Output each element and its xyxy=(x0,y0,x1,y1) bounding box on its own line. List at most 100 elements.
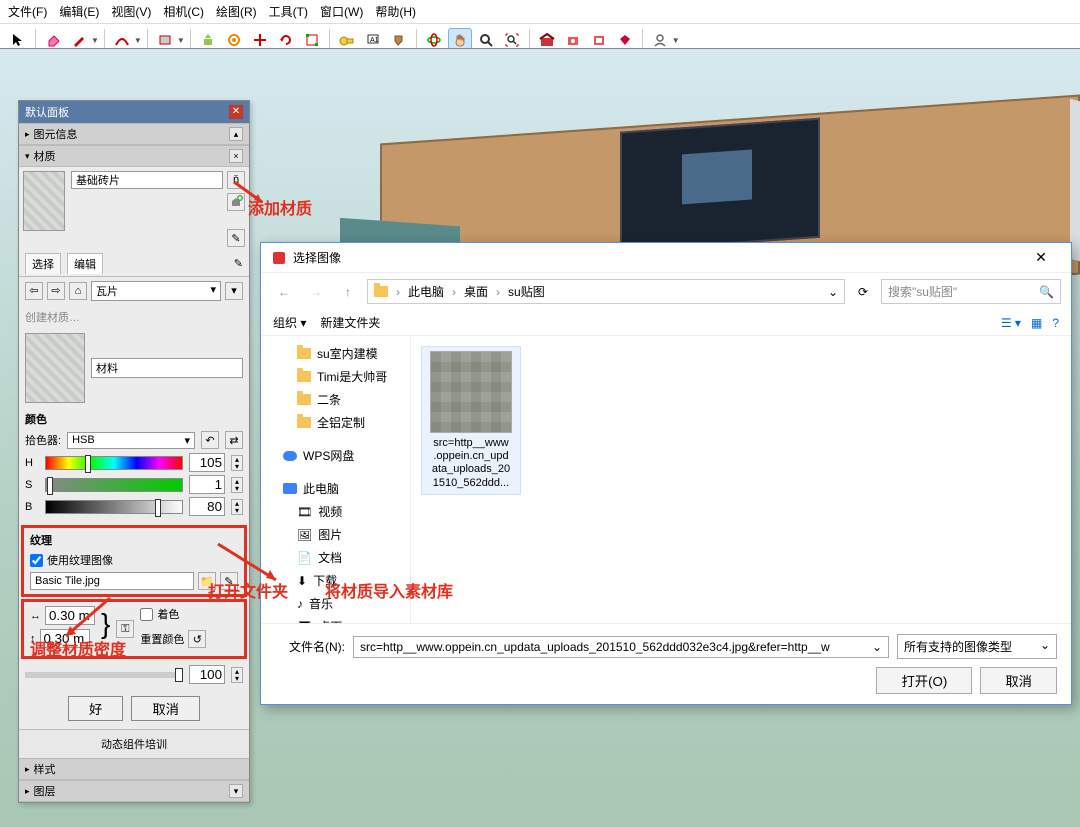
panel-titlebar[interactable]: 默认面板 ✕ xyxy=(19,101,249,123)
organize-menu[interactable]: 组织 ▾ xyxy=(273,314,306,331)
new-folder-button[interactable]: 新建文件夹 xyxy=(320,314,380,331)
hue-value[interactable] xyxy=(189,453,225,472)
tex-height-input[interactable] xyxy=(40,629,90,648)
tree-pc-item[interactable]: 此电脑 xyxy=(265,477,406,500)
dialog-cancel-button[interactable]: 取消 xyxy=(980,667,1057,694)
new-material-name-input[interactable] xyxy=(91,358,243,378)
scroll-up-icon[interactable]: ▴ xyxy=(229,127,243,141)
menu-edit[interactable]: 编辑(E) xyxy=(59,3,99,20)
view-grid-icon[interactable]: ▦ xyxy=(1031,316,1042,330)
colorize-checkbox[interactable] xyxy=(140,608,153,621)
tree-downloads-item[interactable]: ⬇下载 xyxy=(265,569,406,592)
lock-aspect-icon[interactable]: ⚿ xyxy=(116,620,134,638)
opacity-value[interactable] xyxy=(189,665,225,684)
nav-forward-button[interactable]: → xyxy=(303,280,329,304)
menu-view[interactable]: 视图(V) xyxy=(111,3,151,20)
sat-value[interactable] xyxy=(189,475,225,494)
hue-slider[interactable] xyxy=(45,456,183,470)
panel-close-icon[interactable]: ✕ xyxy=(229,105,243,119)
tree-folder-item[interactable]: Timi是大帅哥 xyxy=(265,365,406,388)
dialog-titlebar[interactable]: 选择图像 ✕ xyxy=(261,243,1071,273)
tree-cloud-item[interactable]: WPS网盘 xyxy=(265,444,406,467)
edit-texture-icon[interactable]: ✎ xyxy=(220,572,238,590)
color-undo-icon[interactable]: ↶ xyxy=(201,431,219,449)
texture-file-input[interactable] xyxy=(30,572,194,590)
file-list[interactable]: src=http__www .oppein.cn_upd ata_uploads… xyxy=(411,336,1071,623)
tree-folder-item[interactable]: 全铝定制 xyxy=(265,411,406,434)
section-materials[interactable]: ▾材质 × xyxy=(19,145,249,167)
dialog-close-icon[interactable]: ✕ xyxy=(1021,249,1061,266)
tree-folder-item[interactable]: 二条 xyxy=(265,388,406,411)
picker-mode-select[interactable]: HSB▾ xyxy=(67,432,195,449)
view-list-icon[interactable]: ☰ ▾ xyxy=(1001,316,1021,330)
search-input[interactable]: 搜索"su贴图"🔍 xyxy=(881,279,1061,304)
edit-pencil-icon[interactable]: ✎ xyxy=(234,257,243,270)
open-button[interactable]: 打开(O) xyxy=(876,667,972,694)
bri-slider[interactable] xyxy=(45,500,183,514)
section-layers[interactable]: ▸图层▾ xyxy=(19,780,249,802)
cancel-button[interactable]: 取消 xyxy=(131,696,200,721)
picker-label: 拾色器: xyxy=(25,432,61,448)
add-material-icon[interactable] xyxy=(227,193,245,211)
menu-file[interactable]: 文件(F) xyxy=(8,3,47,20)
sample-icon[interactable]: ň xyxy=(227,171,245,189)
filename-input[interactable]: src=http__www.oppein.cn_updata_uploads_2… xyxy=(353,636,889,658)
menu-camera[interactable]: 相机(C) xyxy=(163,3,204,20)
color-label: 颜色 xyxy=(25,411,243,427)
link-dims-icon[interactable]: } xyxy=(101,606,110,652)
tree-pictures-item[interactable]: 🖼图片 xyxy=(265,523,406,546)
menu-draw[interactable]: 绘图(R) xyxy=(216,3,257,20)
tree-docs-item[interactable]: 📄文档 xyxy=(265,546,406,569)
sat-slider[interactable] xyxy=(45,478,183,492)
address-bar[interactable]: 此电脑 桌面 su贴图 ⌄ xyxy=(367,279,845,304)
close-section-icon[interactable]: × xyxy=(229,149,243,163)
category-select[interactable]: 瓦片▾ xyxy=(91,281,221,301)
nav-home-icon[interactable]: ⌂ xyxy=(69,282,87,300)
footer-link[interactable]: 动态组件培训 xyxy=(19,729,249,758)
tree-folder-item[interactable]: su室内建模 xyxy=(265,342,406,365)
reset-color-icon[interactable]: ↺ xyxy=(188,630,206,648)
folder-tree[interactable]: su室内建模 Timi是大帅哥 二条 全铝定制 WPS网盘 此电脑 🎞视频 🖼图… xyxy=(261,336,411,623)
refresh-icon[interactable]: ⟳ xyxy=(851,285,875,299)
menu-help[interactable]: 帮助(H) xyxy=(375,3,416,20)
nav-up-button[interactable]: ↑ xyxy=(335,280,361,304)
filetype-select[interactable]: 所有支持的图像类型⌄ xyxy=(897,634,1057,659)
opacity-spinner[interactable]: ▴▾ xyxy=(231,667,243,683)
section-entity-info[interactable]: ▸图元信息 ▴ xyxy=(19,123,249,145)
bri-spinner[interactable]: ▴▾ xyxy=(231,499,243,515)
color-swap-icon[interactable]: ⇄ xyxy=(225,431,243,449)
nav-back-button[interactable]: ← xyxy=(271,280,297,304)
default-tray-panel: 默认面板 ✕ ▸图元信息 ▴ ▾材质 × ň ✎ 选择 编辑 ✎ ⇦ ⇨ ⌂ 瓦… xyxy=(18,100,250,803)
use-texture-checkbox[interactable] xyxy=(30,554,43,567)
nav-menu-icon[interactable]: ▾ xyxy=(225,282,243,300)
material-name-input[interactable] xyxy=(71,171,223,189)
filename-label: 文件名(N): xyxy=(275,638,345,655)
new-material-swatch[interactable] xyxy=(25,333,85,403)
file-item-selected[interactable]: src=http__www .oppein.cn_upd ata_uploads… xyxy=(421,346,521,495)
section-styles[interactable]: ▸样式 xyxy=(19,758,249,780)
bri-value[interactable] xyxy=(189,497,225,516)
hue-spinner[interactable]: ▴▾ xyxy=(231,455,243,471)
sat-spinner[interactable]: ▴▾ xyxy=(231,477,243,493)
browse-texture-icon[interactable]: 📁 xyxy=(198,572,216,590)
tree-music-item[interactable]: ♪音乐 xyxy=(265,592,406,615)
menu-window[interactable]: 窗口(W) xyxy=(320,3,363,20)
help-icon[interactable]: ? xyxy=(1052,316,1059,330)
tex-width-input[interactable] xyxy=(45,606,95,625)
tab-edit[interactable]: 编辑 xyxy=(67,253,103,274)
nav-fwd-icon[interactable]: ⇨ xyxy=(47,282,65,300)
scroll-down-icon[interactable]: ▾ xyxy=(229,784,243,798)
width-icon: ↔ xyxy=(30,610,41,622)
tree-desktop-item[interactable]: 🖥桌面 xyxy=(265,615,406,623)
menu-tools[interactable]: 工具(T) xyxy=(269,3,308,20)
nav-back-icon[interactable]: ⇦ xyxy=(25,282,43,300)
tree-video-item[interactable]: 🎞视频 xyxy=(265,500,406,523)
opacity-slider[interactable] xyxy=(25,672,183,678)
material-swatch[interactable] xyxy=(23,171,65,231)
tab-select[interactable]: 选择 xyxy=(25,253,61,274)
create-label: 创建材质… xyxy=(25,309,80,325)
create-material-row: 创建材质… xyxy=(19,305,249,329)
ok-button[interactable]: 好 xyxy=(68,696,123,721)
file-thumbnail xyxy=(430,351,512,433)
eyedropper-icon[interactable]: ✎ xyxy=(227,229,245,247)
